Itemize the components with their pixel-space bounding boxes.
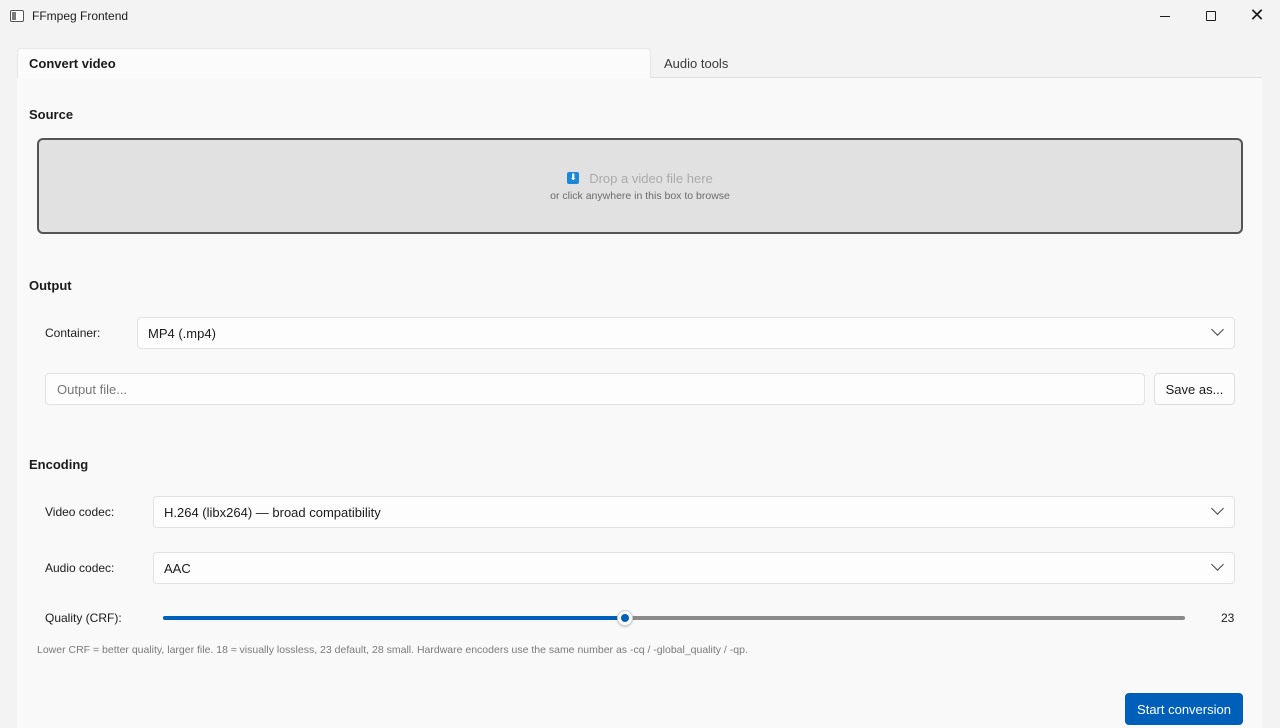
audio-codec-select[interactable]: AAC — [153, 552, 1235, 584]
download-arrow-icon: ⬇ — [567, 172, 580, 184]
close-icon: ✕ — [1249, 5, 1265, 26]
chevron-down-icon — [1211, 502, 1224, 515]
title-bar: FFmpeg Frontend ✕ — [0, 0, 1280, 32]
chevron-down-icon — [1211, 323, 1224, 336]
container-select-value: MP4 (.mp4) — [148, 325, 216, 341]
video-codec-select[interactable]: H.264 (libx264) — broad compatibility — [153, 496, 1235, 528]
tab-strip: Convert video Audio tools — [17, 48, 1262, 78]
video-dropzone[interactable]: ⬇ Drop a video file here or click anywhe… — [37, 138, 1243, 234]
video-codec-select-value: H.264 (libx264) — broad compatibility — [164, 504, 381, 520]
minimize-icon — [1160, 15, 1170, 17]
window-title: FFmpeg Frontend — [32, 9, 129, 23]
dropzone-primary-text: Drop a video file here — [589, 170, 713, 186]
crf-hint-text: Lower CRF = better quality, larger file.… — [37, 644, 748, 656]
encoding-section-title: Encoding — [29, 457, 89, 472]
slider-thumb[interactable] — [616, 610, 633, 626]
quality-label: Quality (CRF): — [45, 611, 122, 625]
video-codec-label: Video codec: — [45, 505, 115, 519]
chevron-down-icon — [1211, 558, 1224, 571]
close-button[interactable]: ✕ — [1234, 0, 1280, 32]
audio-codec-select-value: AAC — [164, 560, 191, 576]
save-as-button[interactable]: Save as... — [1154, 373, 1235, 405]
start-conversion-button[interactable]: Start conversion — [1125, 693, 1243, 725]
window-controls: ✕ — [1142, 0, 1280, 32]
container-label: Container: — [45, 326, 101, 340]
tab-convert-video[interactable]: Convert video — [17, 48, 651, 78]
quality-value: 23 — [1221, 611, 1235, 625]
dropzone-primary-row: ⬇ Drop a video file here — [567, 171, 713, 186]
maximize-button[interactable] — [1188, 0, 1234, 32]
audio-codec-label: Audio codec: — [45, 561, 115, 575]
maximize-icon — [1206, 11, 1216, 21]
tab-audio-tools[interactable]: Audio tools — [664, 48, 728, 78]
container-select[interactable]: MP4 (.mp4) — [137, 317, 1235, 349]
output-section-title: Output — [29, 278, 72, 293]
output-file-input[interactable] — [45, 373, 1145, 405]
quality-slider[interactable] — [163, 610, 1185, 626]
source-section-title: Source — [29, 107, 74, 122]
dropzone-secondary-text: or click anywhere in this box to browse — [550, 189, 730, 202]
minimize-button[interactable] — [1142, 0, 1188, 32]
app-icon — [10, 10, 24, 22]
slider-fill — [163, 616, 625, 620]
